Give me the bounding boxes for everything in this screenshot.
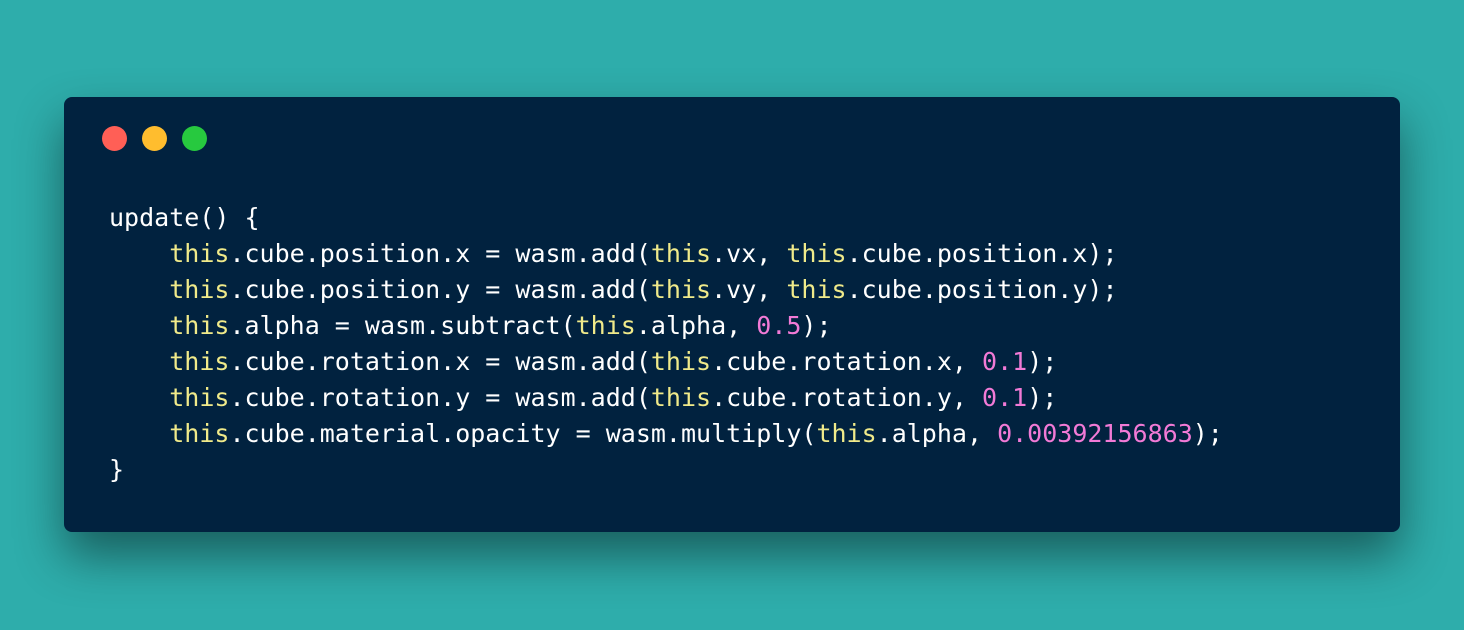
code-token-keyword: this [786, 239, 847, 268]
code-token-keyword: this [650, 347, 712, 376]
code-token-plain: .cube.rotation.x, [711, 347, 983, 376]
code-token-plain: ); [801, 311, 832, 340]
code-token-plain: .vy, [711, 275, 787, 304]
code-line: this.cube.rotation.y = wasm.add(this.cub… [109, 380, 1223, 416]
code-token-number: 0.5 [756, 311, 802, 340]
code-line: this.alpha = wasm.subtract(this.alpha, 0… [109, 308, 1223, 344]
code-window: update() { this.cube.position.x = wasm.a… [64, 97, 1400, 532]
minimize-button-icon[interactable] [142, 126, 167, 151]
code-token-keyword: this [650, 275, 712, 304]
code-line: this.cube.rotation.x = wasm.add(this.cub… [109, 344, 1223, 380]
window-titlebar [64, 97, 1400, 177]
code-line: this.cube.material.opacity = wasm.multip… [109, 416, 1223, 452]
code-token-plain: .alpha, [876, 419, 998, 448]
code-token-number: 0.1 [982, 383, 1028, 412]
close-button-icon[interactable] [102, 126, 127, 151]
code-token-plain: .cube.position.x = wasm.add( [229, 239, 651, 268]
code-line: } [109, 452, 1223, 488]
code-token-plain: .cube.position.y); [846, 275, 1118, 304]
code-token-plain: ); [1027, 383, 1058, 412]
code-token-keyword: this [786, 275, 847, 304]
code-token-plain: .alpha, [635, 311, 757, 340]
code-token-keyword: this [169, 419, 230, 448]
code-token-plain: .vx, [711, 239, 787, 268]
code-token-plain: } [109, 455, 125, 484]
code-token-number: 0.1 [982, 347, 1028, 376]
maximize-button-icon[interactable] [182, 126, 207, 151]
code-token-keyword: this [650, 383, 712, 412]
code-token-keyword: this [575, 311, 636, 340]
code-block: update() { this.cube.position.x = wasm.a… [109, 200, 1223, 488]
code-token-keyword: this [169, 239, 230, 268]
code-line: this.cube.position.y = wasm.add(this.vy,… [109, 272, 1223, 308]
code-token-plain: ); [1192, 419, 1223, 448]
code-token-plain: .cube.position.x); [846, 239, 1118, 268]
code-token-keyword: this [650, 239, 712, 268]
code-token-keyword: this [169, 275, 230, 304]
code-token-plain: .cube.rotation.x = wasm.add( [229, 347, 651, 376]
code-token-keyword: this [169, 383, 230, 412]
code-token-number: 0.00392156863 [997, 419, 1193, 448]
code-token-plain: .alpha = wasm.subtract( [229, 311, 576, 340]
code-token-keyword: this [816, 419, 877, 448]
code-token-plain: .cube.material.opacity = wasm.multiply( [229, 419, 817, 448]
code-token-plain: ); [1027, 347, 1058, 376]
code-token-keyword: this [169, 311, 230, 340]
code-token-plain: update() { [109, 203, 260, 232]
code-token-plain: .cube.position.y = wasm.add( [229, 275, 651, 304]
code-token-keyword: this [169, 347, 230, 376]
code-token-plain: .cube.rotation.y, [711, 383, 983, 412]
code-token-plain: .cube.rotation.y = wasm.add( [229, 383, 651, 412]
code-line: update() { [109, 200, 1223, 236]
code-line: this.cube.position.x = wasm.add(this.vx,… [109, 236, 1223, 272]
